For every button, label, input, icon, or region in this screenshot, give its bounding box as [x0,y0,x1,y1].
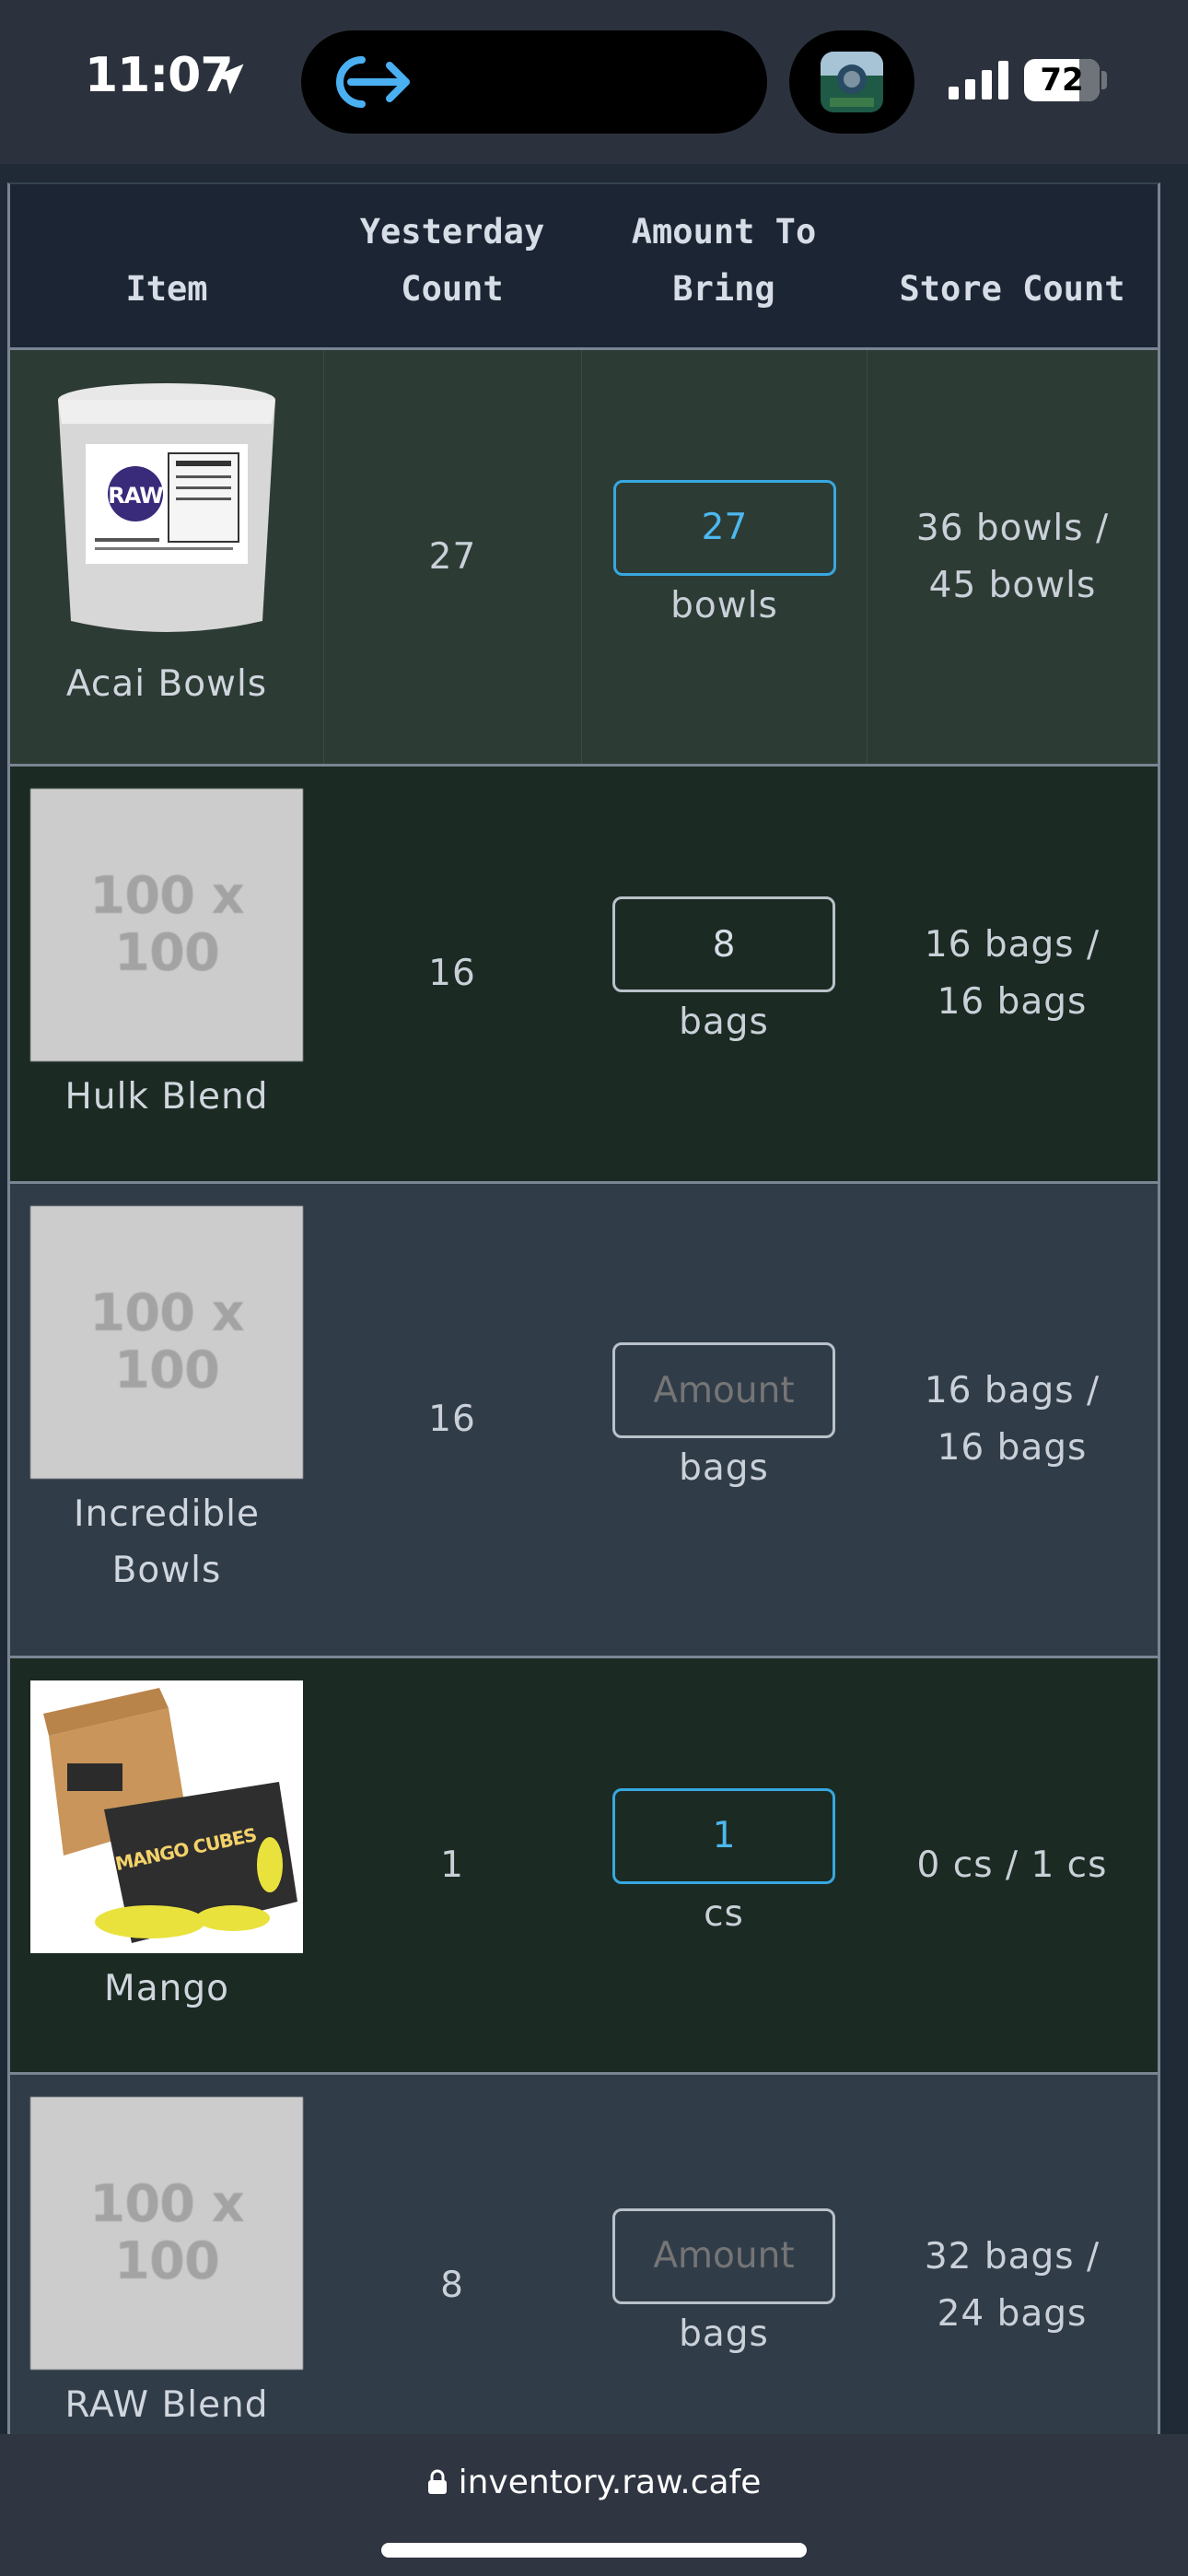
table-row[interactable]: RAW Acai Bowls 27 bowls [10,350,1158,767]
app-thumbnail-icon [821,52,883,112]
yesterday-count: 8 [440,2264,464,2306]
inventory-table: Item Yesterday Count Amount To Bring Sto… [7,182,1160,2434]
amount-input[interactable] [612,1787,835,1884]
item-cell: 100 x 100 Incredible Bowls [10,1184,323,1656]
amount-cell: bags [581,2075,867,2434]
amount-unit: bags [679,1447,769,1489]
table-row[interactable]: MANGO CUBES Mango 1 cs 0 cs / 1 cs [10,1658,1158,2075]
table-header: Item Yesterday Count Amount To Bring Sto… [10,184,1158,350]
battery-icon: 72 [1024,59,1100,101]
home-indicator[interactable] [381,2543,807,2558]
header-item: Item [125,269,208,309]
dynamic-island [301,30,767,134]
mango-product-image: MANGO CUBES [30,1680,303,1953]
amount-cell: bags [581,1184,867,1656]
store-count: 32 bags / 24 bags [924,2235,1101,2335]
yesterday-count: 1 [440,1844,464,1886]
placeholder-image: 100 x 100 [30,1206,303,1479]
store-count: 0 cs / 1 cs [916,1844,1108,1886]
browser-bar: inventory.raw.cafe [0,2434,1188,2576]
inventory-content[interactable]: Item Yesterday Count Amount To Bring Sto… [0,164,1188,2434]
battery-level: 72 [1040,62,1084,99]
yesterday-count: 16 [428,953,476,994]
amount-cell: bags [581,767,867,1181]
url-text: inventory.raw.cafe [458,2464,762,2501]
lock-icon [427,2469,447,2494]
cellular-signal-icon [949,61,1008,100]
camera-pill [789,30,914,134]
store-count: 16 bags / 16 bags [924,1370,1101,1469]
item-cell: MANGO CUBES Mango [10,1658,323,2072]
amount-input[interactable] [612,479,836,576]
battery-tip [1101,71,1107,89]
store-count: 36 bowls / 45 bowls [867,350,1158,764]
placeholder-image: 100 x 100 [30,789,303,1061]
location-arrow-icon [213,64,244,95]
item-name: Mango [104,1968,229,2009]
item-cell: RAW Acai Bowls [10,350,323,764]
amount-unit: bags [679,2313,769,2355]
item-name: RAW Blend [64,2384,269,2426]
acai-bucket-image: RAW [30,376,303,649]
item-name: Hulk Blend [64,1076,269,1118]
table-row[interactable]: 100 x 100 Hulk Blend 16 bags 16 bags / 1… [10,767,1158,1184]
amount-unit: bags [679,1001,769,1043]
placeholder-image: 100 x 100 [30,2097,303,2370]
amount-input[interactable] [612,2207,835,2304]
table-row[interactable]: 100 x 100 Incredible Bowls 16 bags 16 ba… [10,1184,1158,1658]
amount-unit: cs [704,1892,744,1935]
amount-cell: cs [581,1658,867,2072]
yesterday-count: 27 [323,350,581,764]
item-name: Incredible Bowls [73,1493,260,1591]
amount-input[interactable] [612,1342,835,1438]
logout-arrow-icon [336,56,410,108]
header-yesterday-count: Yesterday Count [359,212,545,309]
header-store-count: Store Count [899,269,1125,309]
store-count: 16 bags / 16 bags [924,924,1101,1023]
item-cell: 100 x 100 RAW Blend [10,2075,323,2434]
svg-text:RAW: RAW [108,483,163,509]
table-row[interactable]: 100 x 100 RAW Blend 8 bags 32 bags / 24 … [10,2075,1158,2434]
item-name: Acai Bowls [65,663,268,705]
amount-cell: bowls [581,350,867,764]
status-bar: 11:07 72 [0,0,1188,164]
yesterday-count: 16 [428,1399,476,1440]
item-cell: 100 x 100 Hulk Blend [10,767,323,1181]
amount-unit: bowls [670,584,778,626]
header-amount-to-bring: Amount To Bring [631,212,817,309]
inventory-page: 11:07 72 Item Yesterday Count Amount To … [0,0,1188,2576]
amount-input[interactable] [612,896,835,992]
address-bar[interactable]: inventory.raw.cafe [0,2462,1188,2504]
